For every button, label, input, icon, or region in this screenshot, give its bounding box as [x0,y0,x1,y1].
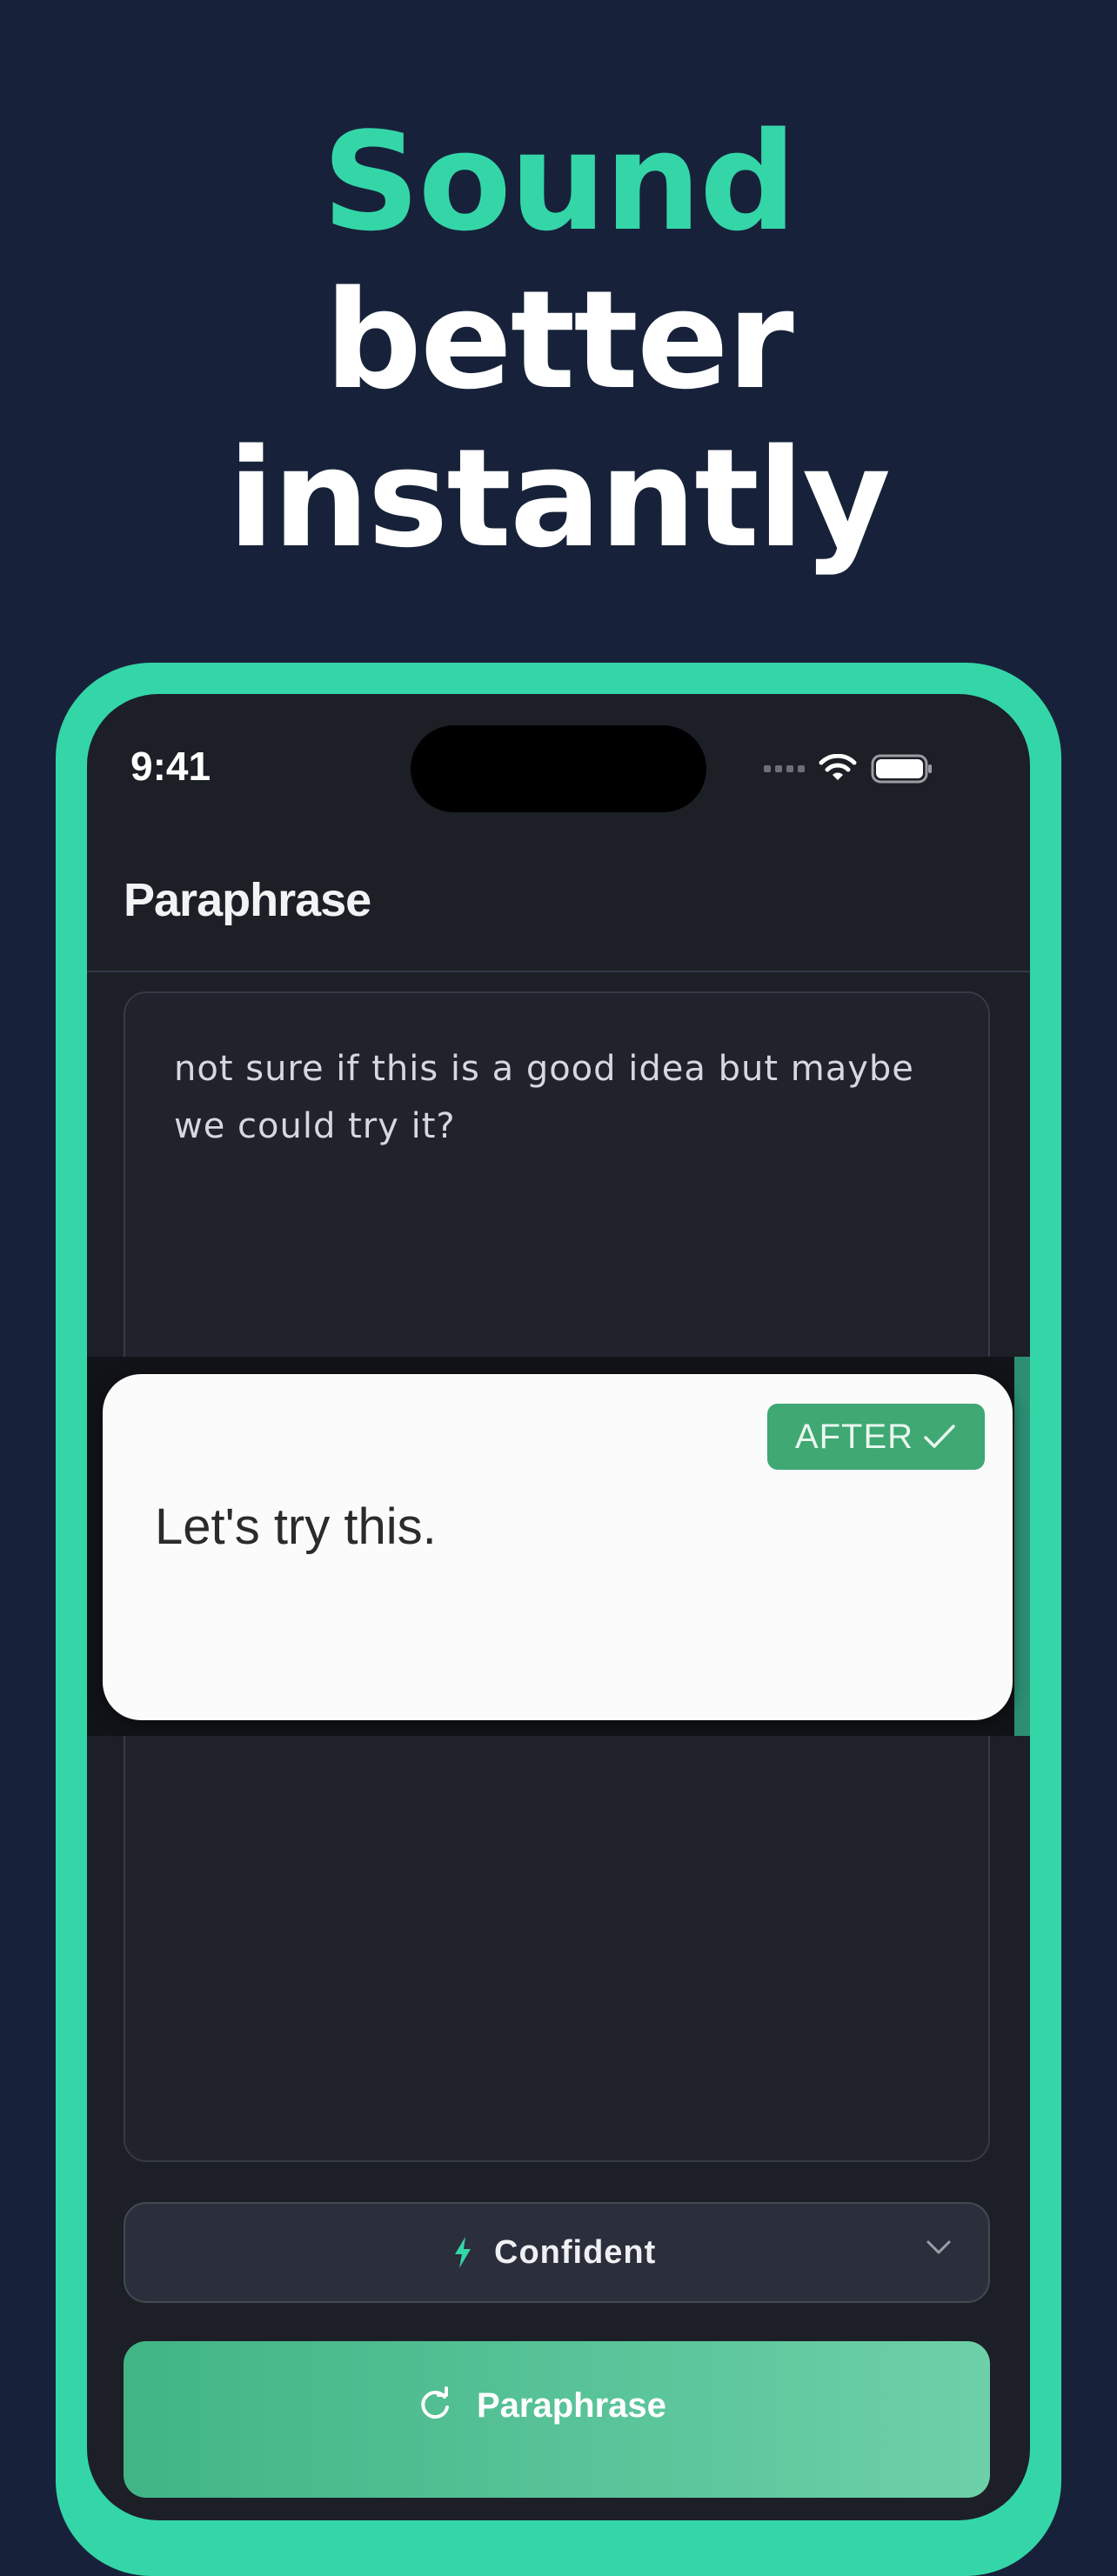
input-text[interactable]: not sure if this is a good idea but mayb… [174,1040,940,1155]
check-icon [924,1425,955,1448]
signal-icon [764,765,805,772]
headline: Sound better instantly [0,103,1117,577]
tone-selected-label: Confident [494,2233,657,2271]
headline-line-accent: Sound [322,103,796,261]
headline-line-2: better [324,261,793,419]
tone-dropdown-content[interactable]: Confident [452,2226,656,2279]
bolt-icon [455,2237,471,2268]
after-overlay-edge [1014,1357,1030,1736]
nav-divider [87,971,1030,972]
page-title: Paraphrase [124,874,371,926]
paraphrase-button-content[interactable]: Paraphrase [416,2379,666,2432]
after-badge: AFTER [767,1404,985,1470]
refresh-icon [421,2386,449,2419]
result-text: Let's try this. [155,1498,437,1555]
status-time: 9:41 [130,744,211,789]
wifi-icon [819,754,857,780]
headline-line-3: instantly [227,419,891,577]
status-icons [764,750,933,788]
after-badge-label: AFTER [794,1417,914,1456]
dynamic-island [411,725,706,812]
paraphrase-button-label: Paraphrase [477,2386,666,2425]
battery-icon [871,754,932,784]
chevron-down-icon[interactable] [926,2239,952,2256]
